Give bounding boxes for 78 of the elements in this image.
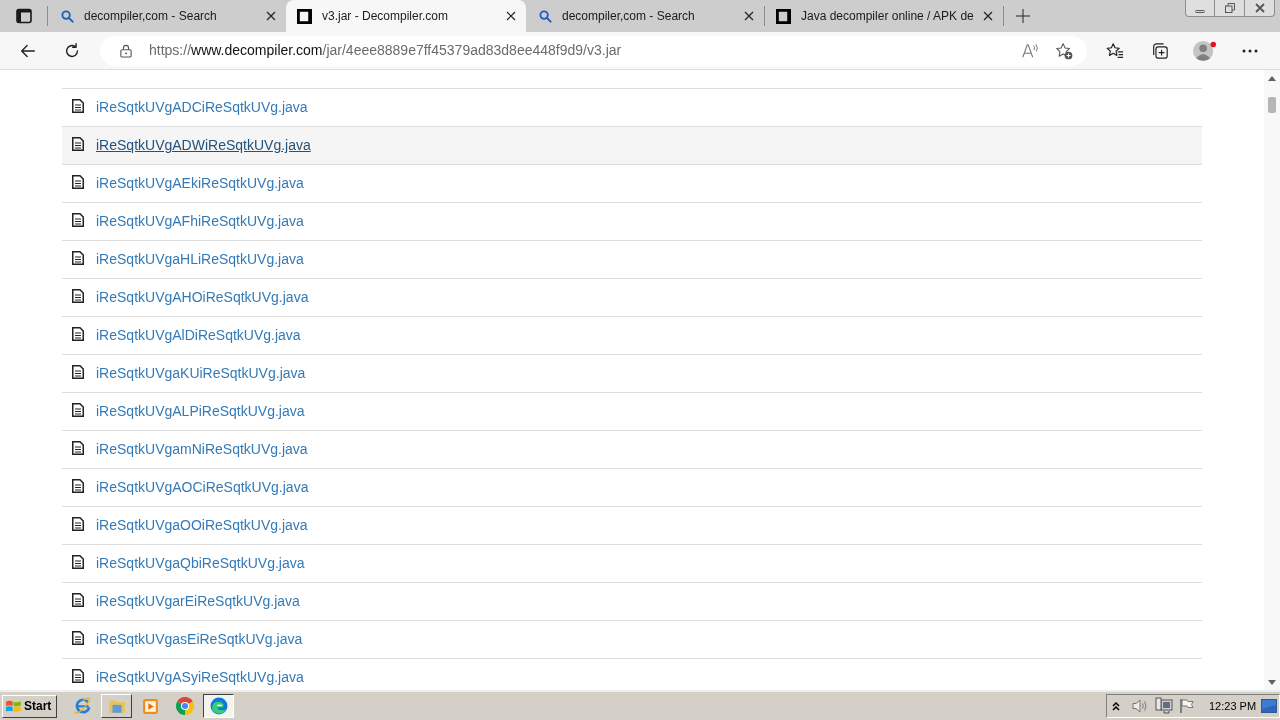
document-icon — [72, 137, 84, 151]
refresh-icon[interactable] — [63, 41, 81, 60]
document-icon — [72, 251, 84, 265]
file-link[interactable]: iReSqtkUVgarEiReSqtkUVg.java — [96, 591, 300, 612]
browser-tab[interactable]: decompiler,com - Search — [526, 0, 764, 32]
document-icon — [72, 441, 84, 455]
document-icon — [72, 669, 84, 683]
file-link[interactable]: iReSqtkUVgASyiReSqtkUVg.java — [96, 667, 304, 688]
address-field[interactable]: https://www.decompiler.com/jar/4eee8889e7ff45379ad83d8ee448f9d9/v3.jar — [100, 35, 1087, 66]
close-icon[interactable] — [266, 11, 276, 21]
e-logo-icon — [73, 697, 92, 715]
start-button[interactable]: Start — [2, 694, 57, 718]
swirl-logo-icon — [209, 697, 228, 715]
file-link[interactable]: iReSqtkUVgAEkiReSqtkUVg.java — [96, 173, 304, 194]
file-link[interactable]: iReSqtkUVgasEiReSqtkUVg.java — [96, 629, 303, 650]
document-icon — [72, 175, 84, 189]
url-text: https://www.decompiler.com/jar/4eee8889e7ff45379ad83d8ee448f9d9/v3.jar — [149, 41, 622, 60]
restore-icon — [1224, 3, 1235, 13]
browser-tab[interactable]: Java decompiler online / APK de — [765, 0, 1003, 32]
file-link[interactable]: iReSqtkUVgaHLiReSqtkUVg.java — [96, 249, 304, 270]
file-row[interactable]: iReSqtkUVgADWiReSqtkUVg.java — [62, 127, 1202, 165]
search-icon — [539, 9, 552, 23]
document-icon — [72, 365, 84, 379]
close-icon[interactable] — [744, 11, 754, 21]
file-link[interactable]: iReSqtkUVgaOOiReSqtkUVg.java — [96, 515, 308, 536]
document-icon — [72, 99, 84, 113]
file-link[interactable]: iReSqtkUVgAHOiReSqtkUVg.java — [96, 287, 309, 308]
taskbar-button[interactable] — [203, 694, 234, 718]
document-icon — [72, 403, 84, 417]
folder-icon — [107, 697, 126, 715]
document-icon — [72, 213, 84, 227]
chevron-up-icon[interactable] — [1112, 701, 1120, 711]
close-button[interactable] — [1245, 0, 1275, 17]
file-link[interactable]: iReSqtkUVgADWiReSqtkUVg.java — [96, 135, 311, 156]
file-link[interactable]: iReSqtkUVgaKUiReSqtkUVg.java — [96, 363, 306, 384]
scrollbar-thumb[interactable] — [1268, 97, 1276, 113]
tab-actions-icon[interactable] — [15, 8, 32, 24]
minimize-icon — [1195, 9, 1205, 13]
profile-avatar-icon[interactable] — [1193, 39, 1217, 62]
browser-tab[interactable]: decompiler,com - Search — [48, 0, 286, 32]
restore-button[interactable] — [1215, 0, 1245, 17]
document-icon — [72, 517, 84, 531]
document-icon — [72, 555, 84, 569]
flag-icon[interactable] — [1179, 698, 1195, 714]
scroll-up-icon[interactable] — [1268, 75, 1276, 81]
square-logo-icon — [776, 8, 791, 24]
network-icon[interactable] — [1155, 697, 1173, 715]
file-link[interactable]: iReSqtkUVgamNiReSqtkUVg.java — [96, 439, 308, 460]
document-icon — [72, 631, 84, 645]
collections-icon[interactable] — [1151, 41, 1169, 60]
minimize-button[interactable] — [1185, 0, 1215, 17]
speaker-icon[interactable] — [1131, 698, 1149, 714]
file-link[interactable]: iReSqtkUVgAFhiReSqtkUVg.java — [96, 211, 304, 232]
play-icon — [142, 697, 159, 715]
close-icon[interactable] — [983, 11, 993, 21]
more-icon[interactable] — [1242, 48, 1258, 53]
clock-text: 12:23 PM — [1209, 698, 1257, 714]
browser-tab[interactable]: v3.jar - Decompiler.com — [286, 0, 526, 32]
scroll-down-icon[interactable] — [1268, 679, 1276, 685]
file-link[interactable]: iReSqtkUVgAlDiReSqtkUVg.java — [96, 325, 301, 346]
file-link[interactable]: iReSqtkUVgADCiReSqtkUVg.java — [96, 97, 308, 118]
close-icon[interactable] — [506, 11, 516, 21]
close-icon — [1254, 3, 1265, 13]
add-favorite-icon[interactable] — [1055, 41, 1073, 60]
round-logo-icon — [175, 697, 194, 715]
file-link[interactable]: iReSqtkUVgaQbiReSqtkUVg.java — [96, 553, 305, 574]
document-icon — [72, 289, 84, 303]
document-icon — [72, 593, 84, 607]
document-icon — [72, 327, 84, 341]
new-tab-icon[interactable] — [1016, 9, 1030, 23]
search-icon — [61, 9, 74, 23]
file-link[interactable]: iReSqtkUVgAOCiReSqtkUVg.java — [96, 477, 309, 498]
lock-icon[interactable] — [120, 43, 132, 58]
square-logo-icon — [297, 8, 312, 24]
file-link[interactable]: iReSqtkUVgALPiReSqtkUVg.java — [96, 401, 305, 422]
read-aloud-icon[interactable] — [1021, 41, 1039, 60]
document-icon — [72, 479, 84, 493]
favorites-icon[interactable] — [1106, 41, 1124, 60]
